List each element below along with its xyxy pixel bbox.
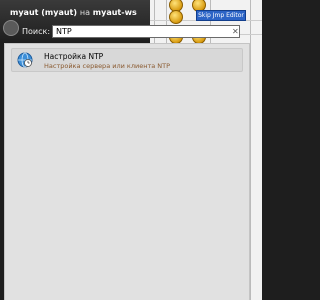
result-title: Настройка NTP (44, 52, 104, 61)
header-user: myaut (myaut) (10, 8, 78, 17)
background-badge: Skip Jmp Editor (196, 10, 246, 21)
clock-globe-icon (17, 52, 33, 68)
header-title: myaut (myaut) на myaut-ws (10, 8, 137, 17)
search-input[interactable] (52, 25, 240, 38)
results-panel: Настройка NTP Настройка сервера или клие… (4, 43, 250, 300)
search-row: Поиск: ✕ (0, 22, 250, 42)
result-item[interactable]: Настройка NTP Настройка сервера или клие… (11, 48, 243, 72)
result-subtitle: Настройка сервера или клиента NTP (44, 62, 171, 70)
header-on: на (79, 8, 90, 17)
header-host: myaut-ws (92, 8, 137, 17)
clear-icon[interactable]: ✕ (232, 27, 239, 36)
search-label: Поиск: (22, 27, 51, 36)
